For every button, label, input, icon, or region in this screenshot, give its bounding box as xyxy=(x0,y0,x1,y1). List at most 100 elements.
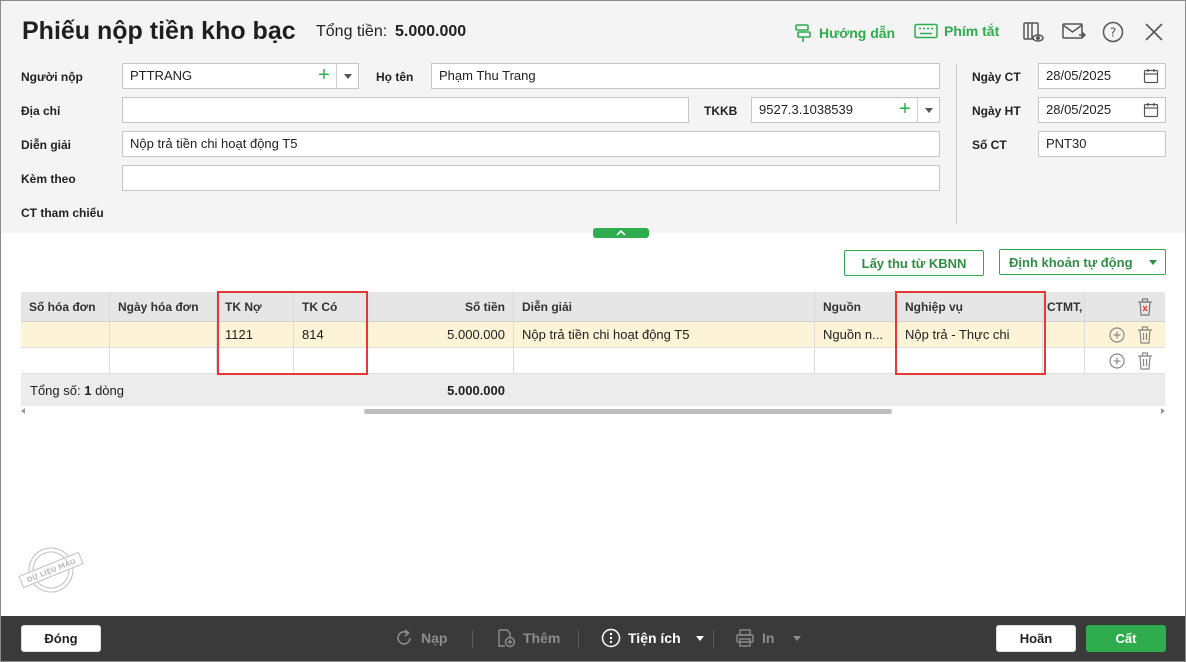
description-label: Diễn giải xyxy=(21,138,72,152)
chevron-down-icon[interactable] xyxy=(1149,260,1157,265)
guide-link[interactable]: Hướng dẫn xyxy=(793,23,895,43)
cell-credit[interactable]: 814 xyxy=(294,322,368,347)
header-description[interactable]: Diễn giải xyxy=(514,292,815,321)
collapse-header-button[interactable] xyxy=(593,228,649,238)
header-credit[interactable]: TK Có xyxy=(294,292,368,321)
view-book-icon[interactable] xyxy=(1021,20,1045,44)
cell-amount[interactable]: 5.000.000 xyxy=(368,322,514,347)
empty-cell[interactable] xyxy=(514,348,815,373)
cell-debit[interactable]: 1121 xyxy=(217,322,294,347)
auto-posting-button[interactable]: Định khoản tự động xyxy=(999,249,1166,275)
cell-ctmt[interactable] xyxy=(1043,322,1085,347)
cancel-label: Hoãn xyxy=(1019,631,1053,646)
utility-button[interactable]: Tiện ích xyxy=(601,628,704,648)
horizontal-scrollbar[interactable] xyxy=(21,407,1165,415)
chevron-down-icon xyxy=(343,73,352,79)
description-input[interactable]: Nộp trả tiền chi hoạt động T5 xyxy=(122,131,940,157)
chevron-up-icon xyxy=(616,229,626,236)
header-source[interactable]: Nguồn xyxy=(815,292,897,321)
cell-operation[interactable]: Nộp trả - Thực chi xyxy=(897,322,1043,347)
toolbar-divider xyxy=(713,630,714,648)
calendar-icon[interactable] xyxy=(1143,102,1159,118)
close-button[interactable]: Đóng xyxy=(21,625,101,652)
add-tkkb-icon[interactable]: + xyxy=(895,98,915,122)
table-row[interactable]: 1121 814 5.000.000 Nộp trả tiền chi hoạt… xyxy=(21,322,1165,348)
so-ct-label: Số CT xyxy=(972,138,1007,152)
header-invoice-date[interactable]: Ngày hóa đơn xyxy=(110,292,217,321)
cell-invoice-no[interactable] xyxy=(21,322,110,347)
header-invoice-no[interactable]: Số hóa đơn xyxy=(21,292,110,321)
empty-cell[interactable] xyxy=(294,348,368,373)
cell-invoice-date[interactable] xyxy=(110,322,217,347)
chevron-down-icon xyxy=(924,107,933,113)
address-label: Địa chỉ xyxy=(21,104,61,118)
payer-label: Người nộp xyxy=(21,70,83,84)
empty-cell[interactable] xyxy=(815,348,897,373)
ngay-ht-input[interactable]: 28/05/2025 xyxy=(1038,97,1166,123)
header-actions xyxy=(1085,292,1165,321)
trash-icon[interactable] xyxy=(1137,325,1153,344)
cell-source[interactable]: Nguồn n... xyxy=(815,322,897,347)
address-input[interactable] xyxy=(122,97,689,123)
get-kbnn-label: Lấy thu từ KBNN xyxy=(861,255,967,271)
ngay-ct-input[interactable]: 28/05/2025 xyxy=(1038,63,1166,89)
empty-cell[interactable] xyxy=(21,348,110,373)
print-button[interactable]: In xyxy=(735,628,802,648)
ref-label: CT tham chiếu xyxy=(21,206,104,220)
so-ct-input[interactable]: PNT30 xyxy=(1038,131,1166,157)
delete-all-icon[interactable] xyxy=(1137,297,1153,316)
shortcut-link[interactable]: Phím tắt xyxy=(914,23,999,39)
more-options-icon xyxy=(601,628,621,648)
header-debit[interactable]: TK Nợ xyxy=(217,292,294,321)
add-payer-icon[interactable]: + xyxy=(314,64,334,88)
help-icon[interactable]: ? xyxy=(1101,20,1125,44)
summary-prefix: Tổng số: xyxy=(30,383,81,398)
fullname-value: Phạm Thu Trang xyxy=(439,68,536,83)
footer-bar: Đóng Nạp Thêm Tiện ích In Hoãn Cất xyxy=(1,616,1185,661)
payer-dropdown[interactable] xyxy=(336,64,358,88)
page-title: Phiếu nộp tiền kho bạc xyxy=(22,17,296,45)
close-icon[interactable] xyxy=(1142,20,1166,44)
add-row-icon[interactable] xyxy=(1109,352,1125,369)
printer-icon xyxy=(736,629,754,647)
add-button[interactable]: Thêm xyxy=(496,628,560,648)
header-operation[interactable]: Nghiệp vụ xyxy=(897,292,1043,321)
empty-cell[interactable] xyxy=(368,348,514,373)
empty-cell[interactable] xyxy=(1043,348,1085,373)
cancel-button[interactable]: Hoãn xyxy=(996,625,1076,652)
reload-label: Nạp xyxy=(421,630,448,646)
header-amount[interactable]: Số tiền xyxy=(368,292,514,321)
scroll-right-icon[interactable] xyxy=(1161,408,1165,414)
reload-button[interactable]: Nạp xyxy=(394,628,447,648)
get-kbnn-button[interactable]: Lấy thu từ KBNN xyxy=(844,250,984,276)
attach-input[interactable] xyxy=(122,165,940,191)
add-label: Thêm xyxy=(523,630,561,646)
cell-description[interactable]: Nộp trả tiền chi hoạt động T5 xyxy=(514,322,815,347)
tkkb-input[interactable]: 9527.3.1038539 + xyxy=(751,97,940,123)
toolbar-divider xyxy=(578,630,579,648)
guide-label: Hướng dẫn xyxy=(819,25,896,41)
summary-count-value: 1 xyxy=(84,383,92,398)
tkkb-value: 9527.3.1038539 xyxy=(759,102,853,117)
trash-icon[interactable] xyxy=(1137,351,1153,370)
payer-value: PTTRANG xyxy=(130,68,193,83)
save-button[interactable]: Cất xyxy=(1086,625,1166,652)
empty-cell[interactable] xyxy=(110,348,217,373)
header-ctmt[interactable]: CTMT, xyxy=(1043,292,1085,321)
add-row-icon[interactable] xyxy=(1109,326,1125,343)
shortcut-label: Phím tắt xyxy=(944,23,1000,39)
refresh-icon xyxy=(397,629,411,645)
calendar-icon[interactable] xyxy=(1143,68,1159,84)
mail-icon[interactable] xyxy=(1062,20,1086,44)
summary-amount: 5.000.000 xyxy=(447,383,505,398)
scroll-thumb[interactable] xyxy=(364,409,892,414)
payer-input[interactable]: PTTRANG + xyxy=(122,63,359,89)
tkkb-dropdown[interactable] xyxy=(917,98,939,122)
so-ct-value: PNT30 xyxy=(1046,136,1087,151)
empty-cell[interactable] xyxy=(217,348,294,373)
table-row-empty[interactable] xyxy=(21,348,1165,374)
fullname-input[interactable]: Phạm Thu Trang xyxy=(431,63,940,89)
empty-cell[interactable] xyxy=(897,348,1043,373)
scroll-left-icon[interactable] xyxy=(21,408,25,414)
form-header: Phiếu nộp tiền kho bạc Tổng tiền: 5.000.… xyxy=(1,1,1185,233)
